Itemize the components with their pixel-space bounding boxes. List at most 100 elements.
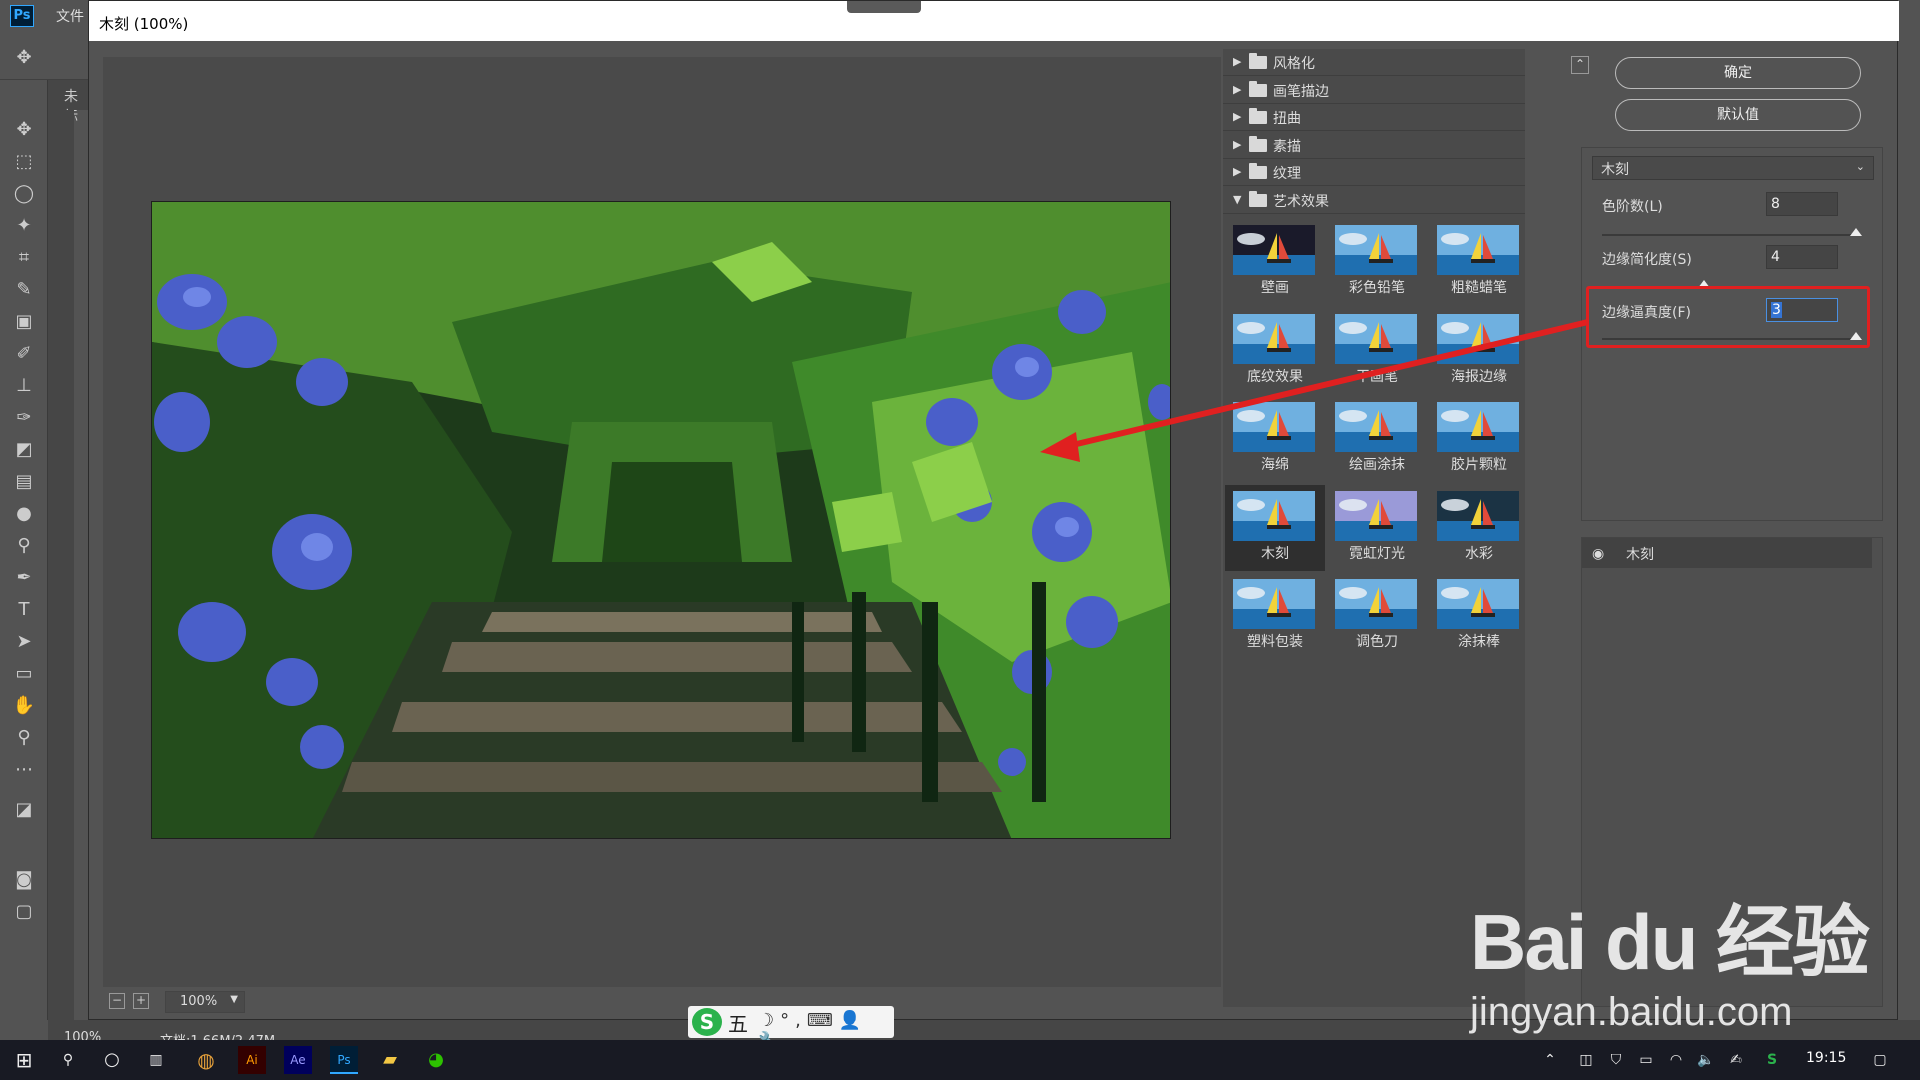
filter-thumbnail[interactable]: 塑料包装: [1225, 573, 1325, 659]
filter-thumbnail[interactable]: 胶片颗粒: [1429, 396, 1529, 482]
quick-mask-icon[interactable]: ◙: [8, 866, 40, 894]
type-tool-icon[interactable]: T: [8, 596, 40, 624]
lasso-tool-icon[interactable]: ◯: [8, 180, 40, 208]
menu-file[interactable]: 文件: [56, 6, 84, 26]
edge-simplicity-input[interactable]: 4: [1766, 245, 1838, 269]
file-explorer-icon[interactable]: ▰: [376, 1046, 404, 1074]
screen-mode-icon[interactable]: ▢: [8, 898, 40, 926]
dodge-tool-icon[interactable]: ⚲: [8, 532, 40, 560]
folder-icon: [1249, 135, 1267, 152]
filter-thumbnail[interactable]: 木刻: [1225, 484, 1325, 571]
cortana-icon[interactable]: ○: [98, 1046, 126, 1074]
triangle-right-icon[interactable]: ▶: [1233, 55, 1241, 68]
triangle-right-icon[interactable]: ▶: [1233, 110, 1241, 123]
folder-icon: [1249, 190, 1267, 207]
filter-category-label: 纹理: [1273, 166, 1301, 182]
task-view-icon[interactable]: ▥: [142, 1046, 170, 1074]
preview-area[interactable]: [103, 57, 1221, 987]
pen-icon[interactable]: ✍: [1722, 1046, 1750, 1074]
marquee-tool-icon[interactable]: ⬚: [8, 148, 40, 176]
blur-tool-icon[interactable]: ●: [8, 500, 40, 528]
filter-thumbnail[interactable]: 干画笔: [1327, 308, 1427, 394]
notification-icon[interactable]: ▢: [1866, 1046, 1894, 1074]
more-tools-icon[interactable]: ⋯: [8, 756, 40, 784]
filter-thumbnail[interactable]: 海绵: [1225, 396, 1325, 482]
triangle-right-icon[interactable]: ▶: [1233, 165, 1241, 178]
zoom-tool-icon[interactable]: ⚲: [8, 724, 40, 752]
tray-network-icon[interactable]: ◫: [1572, 1046, 1600, 1074]
after-effects-icon[interactable]: Ae: [284, 1046, 312, 1074]
sogou-tray-icon[interactable]: S: [1758, 1046, 1786, 1074]
dialog-grip-handle[interactable]: [847, 1, 921, 13]
ok-button[interactable]: 确定: [1615, 57, 1861, 89]
eyedropper-tool-icon[interactable]: ✎: [8, 276, 40, 304]
document-tab[interactable]: 未标: [48, 80, 88, 125]
wechat-icon[interactable]: ◕: [422, 1046, 450, 1074]
filter-thumbnail[interactable]: 水彩: [1429, 485, 1529, 571]
levels-input[interactable]: 8: [1766, 192, 1838, 216]
tray-chevron-icon[interactable]: ⌃: [1536, 1046, 1564, 1074]
filter-category-5[interactable]: ▼ 艺术效果: [1223, 187, 1525, 214]
triangle-down-icon[interactable]: ▼: [1233, 193, 1241, 206]
triangle-right-icon[interactable]: ▶: [1233, 138, 1241, 151]
filter-thumbnail-label: 粗糙蜡笔: [1451, 280, 1507, 296]
windows-start-icon[interactable]: ⊞: [10, 1046, 38, 1074]
wifi-icon[interactable]: ◠: [1662, 1046, 1690, 1074]
filter-thumbnail[interactable]: 绘画涂抹: [1327, 396, 1427, 482]
filter-thumbnail[interactable]: 涂抹棒: [1429, 573, 1529, 659]
filter-thumbnail[interactable]: 底纹效果: [1225, 308, 1325, 394]
filter-category-4[interactable]: ▶ 纹理: [1223, 159, 1525, 186]
tray-security-icon[interactable]: ⛉: [1602, 1046, 1630, 1074]
sogou-ime-logo[interactable]: S: [692, 1008, 722, 1036]
eye-icon[interactable]: ◉: [1592, 546, 1610, 562]
filter-category-2[interactable]: ▶ 扭曲: [1223, 104, 1525, 131]
hand-tool-icon[interactable]: ✋: [8, 692, 40, 720]
folder-icon: [1249, 53, 1267, 69]
eraser-tool-icon[interactable]: ◩: [8, 436, 40, 464]
filter-select[interactable]: 木刻 ⌄: [1592, 156, 1874, 180]
effect-layer-row[interactable]: ◉ 木刻: [1582, 538, 1872, 568]
filter-category-1[interactable]: ▶ 画笔描边: [1223, 77, 1525, 104]
gradient-tool-icon[interactable]: ▤: [8, 468, 40, 496]
zoom-out-button[interactable]: −: [109, 993, 125, 1009]
color-swatches-icon[interactable]: ◪: [8, 796, 40, 824]
crop-tool-icon[interactable]: ⌗: [8, 244, 40, 272]
chrome-icon[interactable]: ◍: [192, 1046, 220, 1074]
path-select-tool-icon[interactable]: ➤: [8, 628, 40, 656]
battery-icon[interactable]: ▭: [1632, 1046, 1660, 1074]
filter-thumbnail-image: [1437, 313, 1519, 364]
filter-category-0[interactable]: ▶ 风格化: [1223, 49, 1525, 76]
illustrator-icon[interactable]: Ai: [238, 1046, 266, 1074]
filter-thumbnail[interactable]: 彩色铅笔: [1327, 219, 1427, 305]
levels-slider[interactable]: [1602, 228, 1862, 236]
pen-tool-icon[interactable]: ✒: [8, 564, 40, 592]
filter-category-3[interactable]: ▶ 素描: [1223, 132, 1525, 159]
filter-category-label: 画笔描边: [1273, 83, 1329, 100]
ime-mode[interactable]: 五: [728, 1008, 748, 1037]
move-tool-icon[interactable]: ✥: [8, 44, 40, 72]
frame-tool-icon[interactable]: ▣: [8, 308, 40, 336]
rectangle-tool-icon[interactable]: ▭: [8, 660, 40, 688]
photoshop-taskbar-icon[interactable]: Ps: [330, 1046, 358, 1074]
levels-slider-knob[interactable]: [1850, 228, 1862, 236]
filter-thumbnail[interactable]: 海报边缘: [1429, 308, 1529, 394]
magic-wand-tool-icon[interactable]: ✦: [8, 212, 40, 240]
search-icon[interactable]: ⚲: [54, 1046, 82, 1074]
filter-thumbnail[interactable]: 壁画: [1225, 219, 1325, 305]
triangle-right-icon[interactable]: ▶: [1233, 83, 1241, 96]
brush-tool-icon[interactable]: ✐: [8, 340, 40, 368]
filter-thumbnail[interactable]: 粗糙蜡笔: [1429, 219, 1529, 305]
collapse-gallery-icon[interactable]: ⌃: [1571, 56, 1589, 74]
default-button[interactable]: 默认值: [1615, 99, 1861, 131]
zoom-in-button[interactable]: +: [133, 993, 149, 1009]
filter-thumbnail-image: [1233, 313, 1315, 364]
filter-thumbnail[interactable]: 调色刀: [1327, 573, 1427, 659]
filter-thumbnail-label: 胶片颗粒: [1451, 457, 1507, 473]
zoom-select[interactable]: 100% ▼: [165, 991, 245, 1013]
filter-thumbnail[interactable]: 霓虹灯光: [1327, 485, 1427, 571]
history-brush-tool-icon[interactable]: ✑: [8, 404, 40, 432]
volume-icon[interactable]: 🔈: [1692, 1046, 1720, 1074]
stamp-tool-icon[interactable]: ⊥: [8, 372, 40, 400]
move-tool-icon[interactable]: ✥: [8, 116, 40, 144]
taskbar-clock[interactable]: 19:15: [1806, 1050, 1846, 1066]
